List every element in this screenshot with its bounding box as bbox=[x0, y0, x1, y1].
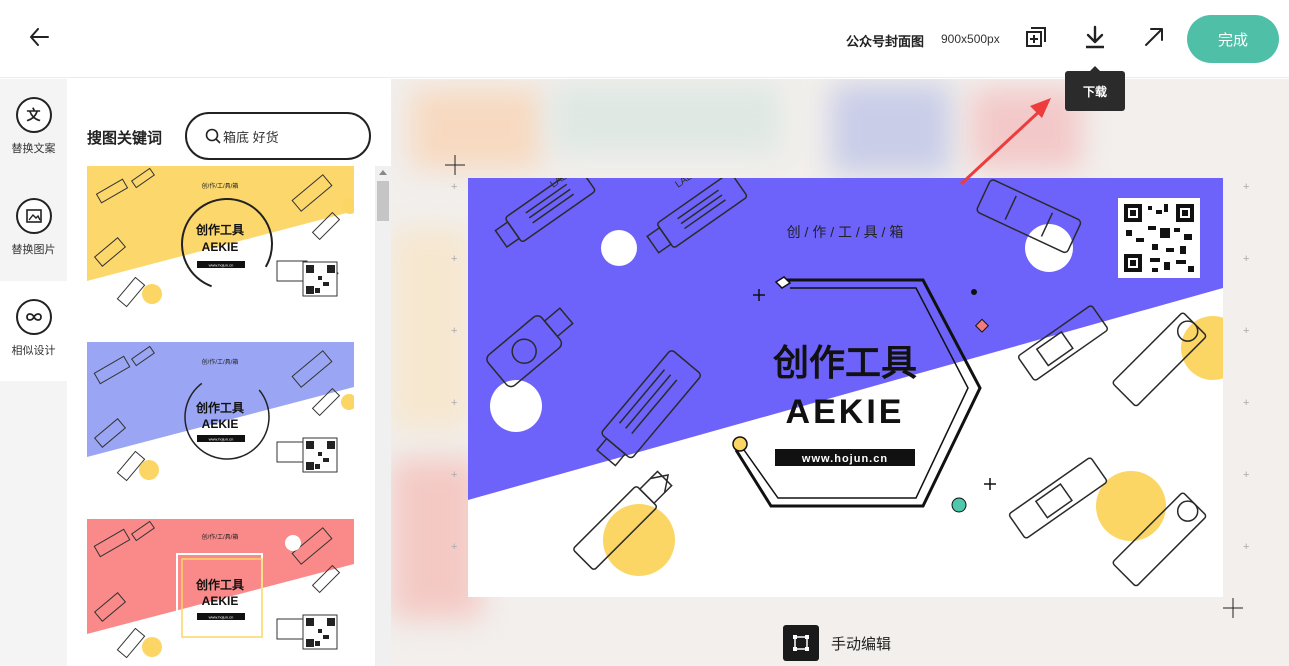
thumb-brand: AEKIE bbox=[202, 240, 239, 254]
crop-mark bbox=[1223, 598, 1243, 623]
rail-item-label: 替换图片 bbox=[11, 244, 56, 256]
thumb-category: 创/作/工/具/箱 bbox=[202, 358, 239, 366]
crop-mark bbox=[445, 155, 465, 180]
manual-edit-label: 手动编辑 bbox=[831, 635, 892, 653]
arrow-up-right-icon bbox=[1143, 26, 1165, 53]
scrollbar-thumb[interactable] bbox=[377, 181, 389, 221]
thumb-url: www.hojun.cn bbox=[209, 437, 234, 442]
rail-item-replace-image[interactable]: 替换图片 bbox=[0, 180, 67, 280]
download-tooltip: 下载 bbox=[1065, 66, 1125, 111]
design-category: 创 / 作 / 工 / 具 / 箱 bbox=[787, 224, 904, 240]
scroll-up-icon[interactable] bbox=[379, 170, 387, 175]
share-button[interactable] bbox=[1139, 24, 1169, 54]
thumb-brand: AEKIE bbox=[202, 594, 239, 608]
crop-icon bbox=[783, 625, 819, 661]
tool-rail: 文 替换文案 替换图片 相似设计 bbox=[0, 79, 67, 666]
thumb-url: www.hojun.cn bbox=[209, 263, 234, 268]
template-panel: 搜图关键词 箱底 好货 创/作/工/具/箱 创作工具 AEKIE www.hoj… bbox=[67, 79, 391, 666]
done-button[interactable]: 完成 bbox=[1187, 15, 1279, 63]
thumb-title: 创作工具 bbox=[195, 222, 244, 237]
image-icon bbox=[15, 198, 52, 234]
template-thumbnail[interactable]: 创/作/工/具/箱 创作工具 AEKIE www.hojun.cn bbox=[87, 166, 354, 316]
document-title: 公众号封面图 bbox=[846, 34, 925, 49]
search-input[interactable] bbox=[223, 128, 363, 144]
panel-title: 搜图关键词 bbox=[87, 130, 163, 147]
arrow-left-icon bbox=[29, 27, 49, 51]
template-thumbnail[interactable]: 创/作/工/具/箱 创作工具 AEKIE www.hojun.cn bbox=[87, 519, 354, 666]
qr-code bbox=[1118, 198, 1200, 278]
infinity-icon bbox=[15, 299, 52, 335]
template-thumbnail[interactable]: 创/作/工/具/箱 创作工具 AEKIE www.hojun.cn bbox=[87, 342, 354, 492]
download-icon bbox=[1083, 25, 1107, 54]
thumb-category: 创/作/工/具/箱 bbox=[202, 533, 239, 541]
rail-item-label: 相似设计 bbox=[11, 345, 56, 357]
thumb-title: 创作工具 bbox=[195, 400, 244, 415]
design-canvas[interactable]: LAB LAB 创 / 作 / 工 / 具 / 箱 创作工具 AEKIE www… bbox=[468, 178, 1223, 597]
back-button[interactable] bbox=[24, 24, 54, 54]
panel-scrollbar[interactable] bbox=[375, 166, 391, 666]
thumb-url: www.hojun.cn bbox=[209, 615, 234, 620]
search-icon bbox=[205, 128, 221, 144]
design-brand: AEKIE bbox=[786, 393, 905, 431]
editor-app: 公众号封面图 900x500px 完成 下载 文 替换文案 替换图片 相似设计 … bbox=[0, 0, 1289, 666]
manual-edit-button[interactable]: 手动编辑 bbox=[783, 625, 891, 661]
rail-item-similar-design[interactable]: 相似设计 bbox=[0, 281, 67, 381]
copy-button[interactable] bbox=[1021, 24, 1051, 54]
rail-item-replace-text[interactable]: 文 替换文案 bbox=[0, 79, 67, 179]
design-title: 创作工具 bbox=[773, 342, 917, 383]
download-button[interactable] bbox=[1080, 24, 1110, 54]
search-box[interactable] bbox=[185, 112, 371, 160]
thumb-brand: AEKIE bbox=[202, 417, 239, 431]
design-url: www.hojun.cn bbox=[801, 453, 888, 465]
thumb-title: 创作工具 bbox=[195, 577, 244, 592]
copy-plus-icon bbox=[1025, 26, 1047, 53]
rail-item-label: 替换文案 bbox=[11, 143, 56, 155]
text-icon: 文 bbox=[15, 97, 52, 133]
thumb-category: 创/作/工/具/箱 bbox=[202, 182, 239, 190]
document-size: 900x500px bbox=[941, 32, 1000, 46]
